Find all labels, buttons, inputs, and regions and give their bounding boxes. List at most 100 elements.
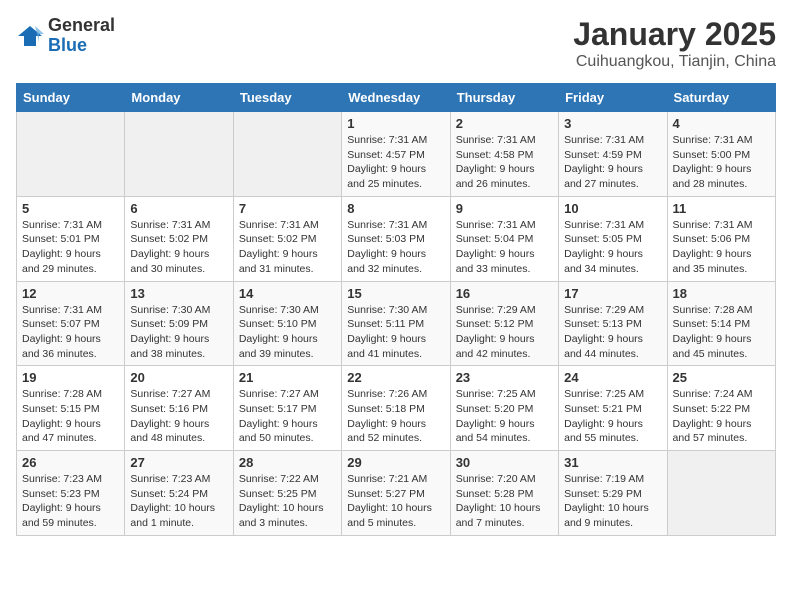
day-number: 20	[130, 370, 227, 385]
day-number: 5	[22, 201, 119, 216]
week-row-4: 19 Sunrise: 7:28 AM Sunset: 5:15 PM Dayli…	[17, 366, 776, 451]
day-number: 15	[347, 286, 444, 301]
day-cell: 11 Sunrise: 7:31 AM Sunset: 5:06 PM Dayli…	[667, 196, 775, 281]
day-cell	[17, 112, 125, 197]
day-cell: 1Sunrise: 7:31 AM Sunset: 4:57 PM Daylig…	[342, 112, 450, 197]
weekday-header-row: SundayMondayTuesdayWednesdayThursdayFrid…	[17, 84, 776, 112]
day-cell: 15 Sunrise: 7:30 AM Sunset: 5:11 PM Dayli…	[342, 281, 450, 366]
day-cell	[667, 451, 775, 536]
day-info: Sunrise: 7:31 AM Sunset: 5:04 PM Dayligh…	[456, 218, 553, 277]
day-info: Sunrise: 7:31 AM Sunset: 5:02 PM Dayligh…	[130, 218, 227, 277]
day-cell: 24 Sunrise: 7:25 AM Sunset: 5:21 PM Dayli…	[559, 366, 667, 451]
day-number: 29	[347, 455, 444, 470]
day-cell: 7Sunrise: 7:31 AM Sunset: 5:02 PM Daylig…	[233, 196, 341, 281]
day-info: Sunrise: 7:23 AM Sunset: 5:24 PM Dayligh…	[130, 472, 227, 531]
day-info: Sunrise: 7:31 AM Sunset: 5:00 PM Dayligh…	[673, 133, 770, 192]
day-info: Sunrise: 7:25 AM Sunset: 5:21 PM Dayligh…	[564, 387, 661, 446]
day-cell: 22 Sunrise: 7:26 AM Sunset: 5:18 PM Dayli…	[342, 366, 450, 451]
day-cell: 25 Sunrise: 7:24 AM Sunset: 5:22 PM Dayli…	[667, 366, 775, 451]
day-info: Sunrise: 7:24 AM Sunset: 5:22 PM Dayligh…	[673, 387, 770, 446]
day-cell: 13 Sunrise: 7:30 AM Sunset: 5:09 PM Dayli…	[125, 281, 233, 366]
day-number: 28	[239, 455, 336, 470]
calendar-table: SundayMondayTuesdayWednesdayThursdayFrid…	[16, 83, 776, 536]
weekday-header-saturday: Saturday	[667, 84, 775, 112]
day-number: 19	[22, 370, 119, 385]
day-info: Sunrise: 7:31 AM Sunset: 5:03 PM Dayligh…	[347, 218, 444, 277]
day-cell: 29 Sunrise: 7:21 AM Sunset: 5:27 PM Dayli…	[342, 451, 450, 536]
day-info: Sunrise: 7:26 AM Sunset: 5:18 PM Dayligh…	[347, 387, 444, 446]
day-number: 24	[564, 370, 661, 385]
day-info: Sunrise: 7:27 AM Sunset: 5:16 PM Dayligh…	[130, 387, 227, 446]
weekday-header-sunday: Sunday	[17, 84, 125, 112]
day-cell: 23 Sunrise: 7:25 AM Sunset: 5:20 PM Dayli…	[450, 366, 558, 451]
day-number: 31	[564, 455, 661, 470]
day-number: 25	[673, 370, 770, 385]
day-info: Sunrise: 7:31 AM Sunset: 4:58 PM Dayligh…	[456, 133, 553, 192]
day-number: 23	[456, 370, 553, 385]
day-number: 2	[456, 116, 553, 131]
day-cell: 30 Sunrise: 7:20 AM Sunset: 5:28 PM Dayli…	[450, 451, 558, 536]
day-info: Sunrise: 7:21 AM Sunset: 5:27 PM Dayligh…	[347, 472, 444, 531]
day-cell: 6 Sunrise: 7:31 AM Sunset: 5:02 PM Daylig…	[125, 196, 233, 281]
day-number: 27	[130, 455, 227, 470]
title-block: January 2025 Cuihuangkou, Tianjin, China	[573, 16, 776, 71]
day-cell	[125, 112, 233, 197]
day-cell: 26 Sunrise: 7:23 AM Sunset: 5:23 PM Dayli…	[17, 451, 125, 536]
day-info: Sunrise: 7:28 AM Sunset: 5:15 PM Dayligh…	[22, 387, 119, 446]
day-number: 8	[347, 201, 444, 216]
day-cell: 2 Sunrise: 7:31 AM Sunset: 4:58 PM Daylig…	[450, 112, 558, 197]
day-cell: 5 Sunrise: 7:31 AM Sunset: 5:01 PM Daylig…	[17, 196, 125, 281]
calendar-subtitle: Cuihuangkou, Tianjin, China	[573, 53, 776, 71]
day-cell: 12Sunrise: 7:31 AM Sunset: 5:07 PM Dayli…	[17, 281, 125, 366]
day-number: 11	[673, 201, 770, 216]
day-number: 17	[564, 286, 661, 301]
day-info: Sunrise: 7:27 AM Sunset: 5:17 PM Dayligh…	[239, 387, 336, 446]
weekday-header-thursday: Thursday	[450, 84, 558, 112]
day-info: Sunrise: 7:29 AM Sunset: 5:12 PM Dayligh…	[456, 303, 553, 362]
day-info: Sunrise: 7:29 AM Sunset: 5:13 PM Dayligh…	[564, 303, 661, 362]
day-info: Sunrise: 7:19 AM Sunset: 5:29 PM Dayligh…	[564, 472, 661, 531]
day-number: 6	[130, 201, 227, 216]
day-number: 22	[347, 370, 444, 385]
day-number: 1	[347, 116, 444, 131]
day-cell: 10 Sunrise: 7:31 AM Sunset: 5:05 PM Dayli…	[559, 196, 667, 281]
logo-icon	[16, 22, 44, 50]
day-info: Sunrise: 7:25 AM Sunset: 5:20 PM Dayligh…	[456, 387, 553, 446]
day-cell: 19 Sunrise: 7:28 AM Sunset: 5:15 PM Dayli…	[17, 366, 125, 451]
logo-blue: Blue	[48, 36, 115, 56]
weekday-header-tuesday: Tuesday	[233, 84, 341, 112]
day-info: Sunrise: 7:30 AM Sunset: 5:11 PM Dayligh…	[347, 303, 444, 362]
day-cell: 9 Sunrise: 7:31 AM Sunset: 5:04 PM Daylig…	[450, 196, 558, 281]
day-cell	[233, 112, 341, 197]
day-cell: 20 Sunrise: 7:27 AM Sunset: 5:16 PM Dayli…	[125, 366, 233, 451]
day-number: 13	[130, 286, 227, 301]
day-info: Sunrise: 7:31 AM Sunset: 5:06 PM Dayligh…	[673, 218, 770, 277]
week-row-2: 5 Sunrise: 7:31 AM Sunset: 5:01 PM Daylig…	[17, 196, 776, 281]
day-cell: 21Sunrise: 7:27 AM Sunset: 5:17 PM Dayli…	[233, 366, 341, 451]
day-cell: 31 Sunrise: 7:19 AM Sunset: 5:29 PM Dayli…	[559, 451, 667, 536]
week-row-3: 12Sunrise: 7:31 AM Sunset: 5:07 PM Dayli…	[17, 281, 776, 366]
day-cell: 4Sunrise: 7:31 AM Sunset: 5:00 PM Daylig…	[667, 112, 775, 197]
week-row-5: 26 Sunrise: 7:23 AM Sunset: 5:23 PM Dayli…	[17, 451, 776, 536]
day-cell: 28 Sunrise: 7:22 AM Sunset: 5:25 PM Dayli…	[233, 451, 341, 536]
logo: General Blue	[16, 16, 115, 56]
calendar-title: January 2025	[573, 16, 776, 53]
day-number: 26	[22, 455, 119, 470]
day-info: Sunrise: 7:30 AM Sunset: 5:09 PM Dayligh…	[130, 303, 227, 362]
day-number: 10	[564, 201, 661, 216]
day-info: Sunrise: 7:31 AM Sunset: 5:01 PM Dayligh…	[22, 218, 119, 277]
day-cell: 8 Sunrise: 7:31 AM Sunset: 5:03 PM Daylig…	[342, 196, 450, 281]
day-info: Sunrise: 7:22 AM Sunset: 5:25 PM Dayligh…	[239, 472, 336, 531]
day-info: Sunrise: 7:23 AM Sunset: 5:23 PM Dayligh…	[22, 472, 119, 531]
day-info: Sunrise: 7:31 AM Sunset: 5:05 PM Dayligh…	[564, 218, 661, 277]
day-number: 30	[456, 455, 553, 470]
day-number: 18	[673, 286, 770, 301]
week-row-1: 1Sunrise: 7:31 AM Sunset: 4:57 PM Daylig…	[17, 112, 776, 197]
day-cell: 16Sunrise: 7:29 AM Sunset: 5:12 PM Dayli…	[450, 281, 558, 366]
day-info: Sunrise: 7:31 AM Sunset: 4:59 PM Dayligh…	[564, 133, 661, 192]
day-info: Sunrise: 7:20 AM Sunset: 5:28 PM Dayligh…	[456, 472, 553, 531]
day-cell: 14Sunrise: 7:30 AM Sunset: 5:10 PM Dayli…	[233, 281, 341, 366]
day-number: 9	[456, 201, 553, 216]
weekday-header-friday: Friday	[559, 84, 667, 112]
day-number: 7	[239, 201, 336, 216]
